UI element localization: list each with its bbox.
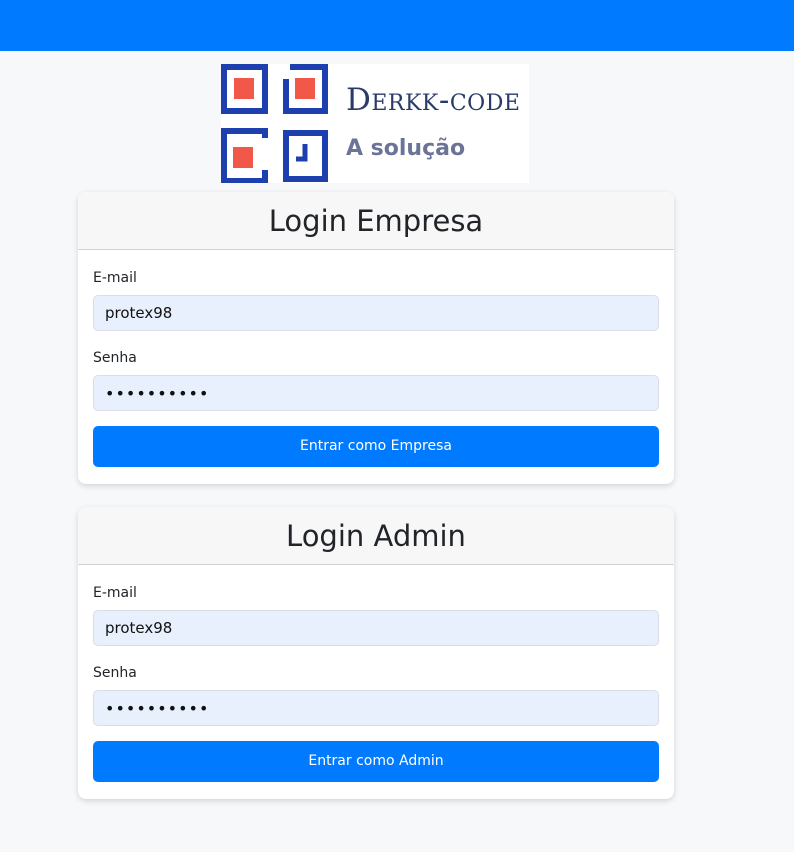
admin-email-label: E-mail	[93, 585, 137, 601]
admin-email-field[interactable]	[93, 610, 659, 646]
login-empresa-card: Login Empresa E-mail Senha Entrar como E…	[78, 192, 674, 484]
empresa-password-label: Senha	[93, 350, 137, 366]
admin-password-field[interactable]	[93, 690, 659, 726]
derkk-code-logo-icon	[221, 64, 328, 183]
login-empresa-title: Login Empresa	[78, 192, 674, 250]
logo-subtitle: A solução	[346, 136, 466, 161]
login-empresa-form: E-mail Senha Entrar como Empresa	[78, 250, 674, 467]
enter-as-empresa-button[interactable]: Entrar como Empresa	[93, 426, 659, 467]
enter-as-admin-button[interactable]: Entrar como Admin	[93, 741, 659, 782]
login-admin-card: Login Admin E-mail Senha Entrar como Adm…	[78, 507, 674, 799]
admin-password-label: Senha	[93, 665, 137, 681]
logo: Derkk-code A solução	[221, 64, 529, 183]
empresa-email-label: E-mail	[93, 270, 137, 286]
logo-title: Derkk-code	[346, 82, 521, 118]
empresa-email-field[interactable]	[93, 295, 659, 331]
top-navbar	[0, 0, 794, 51]
login-admin-form: E-mail Senha Entrar como Admin	[78, 565, 674, 782]
login-admin-title: Login Admin	[78, 507, 674, 565]
empresa-password-field[interactable]	[93, 375, 659, 411]
